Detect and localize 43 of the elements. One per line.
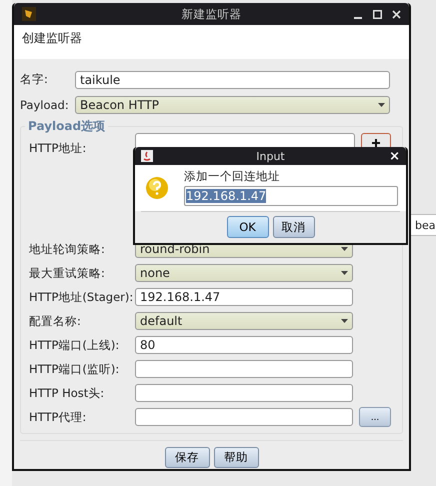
dialog-button[interactable]: OK [226, 216, 268, 238]
field-label: HTTP地址: [29, 141, 88, 156]
field-label: HTTP Host头: [29, 386, 106, 400]
caret-icon [341, 319, 348, 323]
question-icon [145, 176, 169, 200]
payload-dropdown[interactable]: Beacon HTTP [75, 96, 390, 114]
close-button[interactable]: × [389, 150, 400, 162]
input-field[interactable]: 192.168.1.47 [135, 288, 353, 306]
close-icon[interactable] [392, 10, 401, 18]
maximize-icon[interactable] [373, 10, 382, 18]
input-field[interactable] [135, 360, 353, 378]
field-label: HTTP端口(监听): [29, 362, 120, 376]
header-text: 创建监听器 [22, 31, 82, 45]
plus-icon [372, 139, 380, 147]
input-field[interactable] [135, 408, 353, 426]
caret-icon [341, 247, 348, 251]
dialog-button[interactable]: 取消 [272, 216, 314, 238]
group-title: Payload选项 [25, 118, 108, 135]
dialog-button[interactable]: 保存 [164, 447, 210, 468]
field-label: 地址轮询策略: [29, 242, 106, 256]
window-title: 新建监听器 [182, 6, 242, 22]
app-icon [22, 7, 36, 21]
browse-button[interactable]: ... [359, 407, 391, 427]
address-input[interactable]: 192.168.1.47 [184, 186, 398, 206]
field-label: 最大重试策略: [29, 266, 106, 280]
dialog-title: Input [256, 150, 285, 162]
field-label: 配置名称: [29, 314, 82, 328]
java-icon [141, 150, 153, 162]
field-label: HTTP地址(Stager): [29, 290, 134, 304]
caret-icon [341, 271, 348, 275]
input-field[interactable]: 80 [135, 336, 353, 354]
prompt-text: 添加一个回连地址 [184, 169, 281, 184]
field-label: HTTP代理: [29, 410, 88, 424]
dropdown[interactable]: none [135, 264, 353, 282]
dropdown[interactable]: default [135, 312, 353, 330]
input-field[interactable]: taikule [75, 70, 390, 88]
field-label: 名字: [20, 72, 49, 87]
field-label: Payload: [20, 98, 70, 112]
caret-icon [378, 102, 385, 106]
input-field[interactable] [135, 384, 353, 402]
field-text: bea [415, 218, 436, 232]
dialog-button[interactable]: 帮助 [214, 447, 258, 468]
field-label: HTTP端口(上线): [29, 338, 120, 352]
